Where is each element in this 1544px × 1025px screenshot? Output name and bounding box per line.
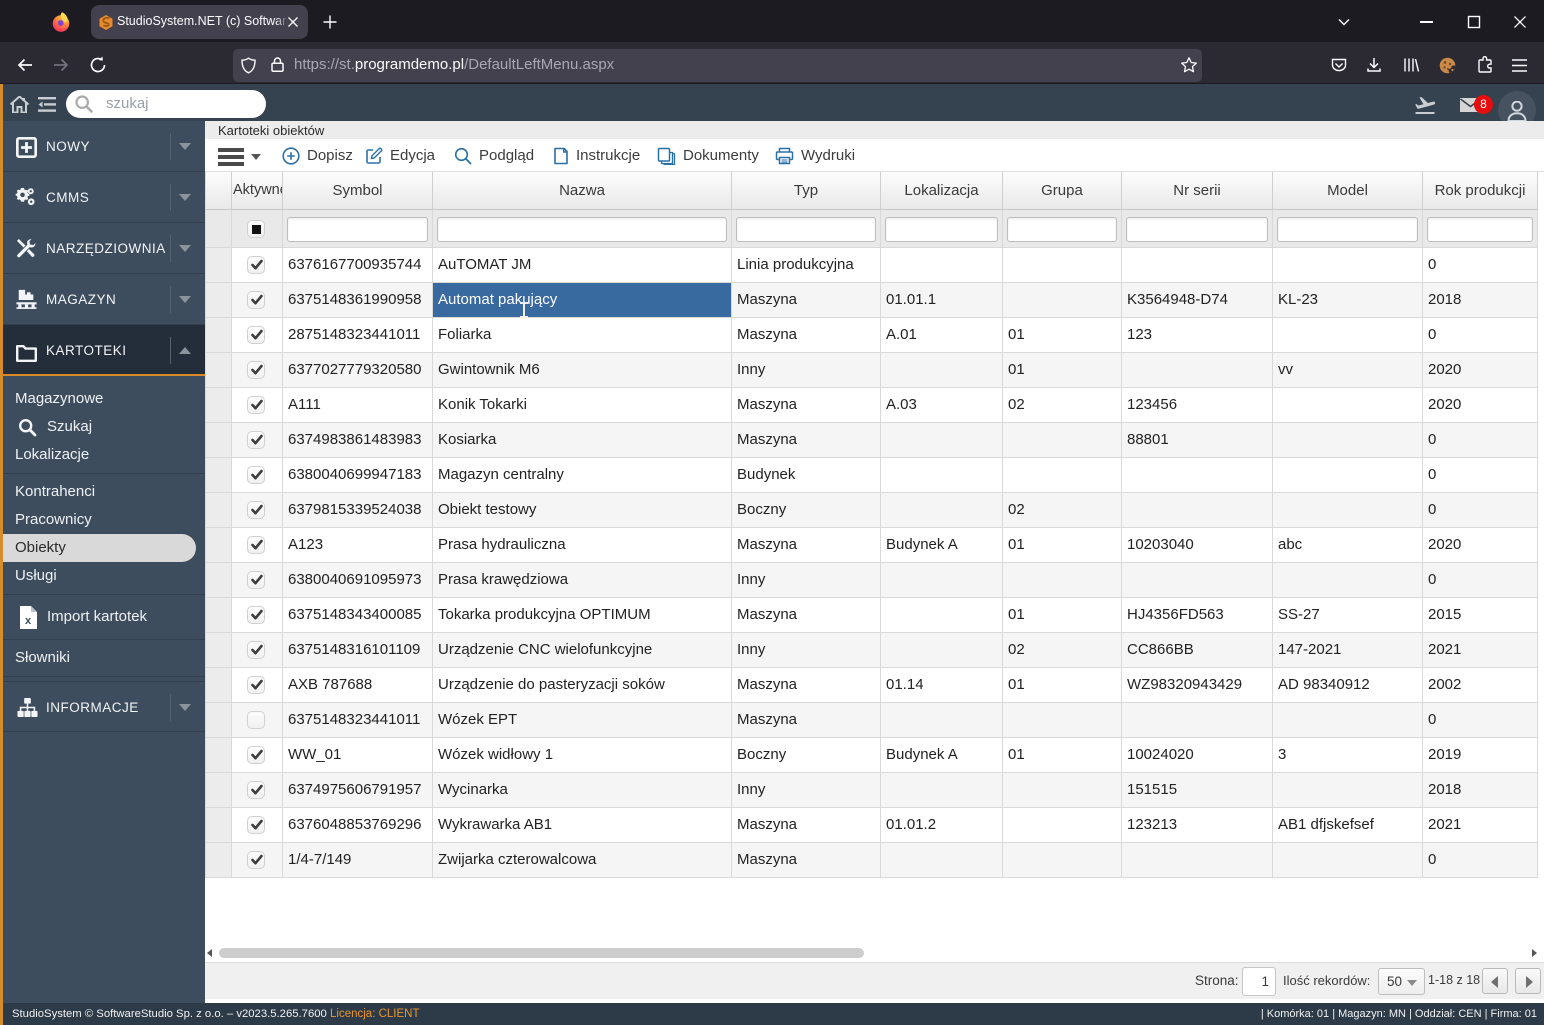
svg-text:x: x [25, 615, 32, 627]
